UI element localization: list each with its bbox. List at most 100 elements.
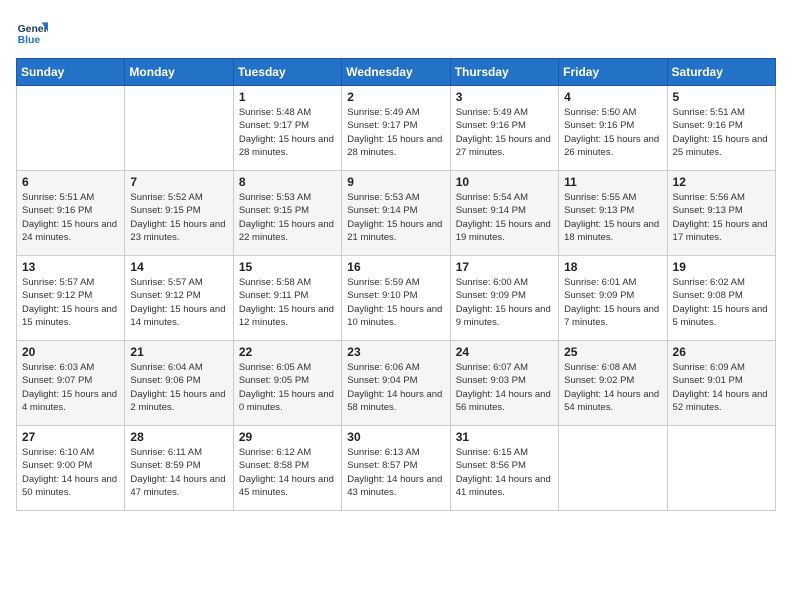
cell-content: Sunrise: 6:09 AM Sunset: 9:01 PM Dayligh… [673, 361, 770, 414]
calendar-header-row: SundayMondayTuesdayWednesdayThursdayFrid… [17, 59, 776, 86]
weekday-header: Thursday [450, 59, 558, 86]
calendar-cell: 28 Sunrise: 6:11 AM Sunset: 8:59 PM Dayli… [125, 426, 233, 511]
cell-content: Sunrise: 5:57 AM Sunset: 9:12 PM Dayligh… [130, 276, 227, 329]
day-number: 25 [564, 345, 661, 359]
cell-content: Sunrise: 6:00 AM Sunset: 9:09 PM Dayligh… [456, 276, 553, 329]
day-number: 18 [564, 260, 661, 274]
weekday-header: Wednesday [342, 59, 450, 86]
calendar-cell: 29Sunrise: 6:12 AM Sunset: 8:58 PM Dayli… [233, 426, 341, 511]
day-number: 28 [130, 430, 227, 444]
cell-content: Sunrise: 5:53 AM Sunset: 9:15 PM Dayligh… [239, 191, 336, 244]
cell-content: Sunrise: 5:49 AM Sunset: 9:17 PM Dayligh… [347, 106, 444, 159]
cell-content: Sunrise: 5:52 AM Sunset: 9:15 PM Dayligh… [130, 191, 227, 244]
day-number: 17 [456, 260, 553, 274]
svg-text:General: General [18, 24, 48, 35]
calendar-cell [17, 86, 125, 171]
page-header: General Blue [16, 16, 776, 48]
cell-content: Sunrise: 5:56 AM Sunset: 9:13 PM Dayligh… [673, 191, 770, 244]
day-number: 29 [239, 430, 336, 444]
calendar-cell: 17 Sunrise: 6:00 AM Sunset: 9:09 PM Dayli… [450, 256, 558, 341]
calendar-cell: 20 Sunrise: 6:03 AM Sunset: 9:07 PM Dayli… [17, 341, 125, 426]
cell-content: Sunrise: 6:02 AM Sunset: 9:08 PM Dayligh… [673, 276, 770, 329]
day-number: 21 [130, 345, 227, 359]
calendar-cell: 9 Sunrise: 5:53 AM Sunset: 9:14 PM Daylig… [342, 171, 450, 256]
cell-content: Sunrise: 6:15 AM Sunset: 8:56 PM Dayligh… [456, 446, 553, 499]
calendar-cell: 25 Sunrise: 6:08 AM Sunset: 9:02 PM Dayli… [559, 341, 667, 426]
calendar-week-row: 1 Sunrise: 5:48 AM Sunset: 9:17 PM Daylig… [17, 86, 776, 171]
day-number: 4 [564, 90, 661, 104]
cell-content: Sunrise: 6:13 AM Sunset: 8:57 PM Dayligh… [347, 446, 444, 499]
day-number: 27 [22, 430, 119, 444]
cell-content: Sunrise: 5:53 AM Sunset: 9:14 PM Dayligh… [347, 191, 444, 244]
day-number: 20 [22, 345, 119, 359]
calendar-cell: 10 Sunrise: 5:54 AM Sunset: 9:14 PM Dayli… [450, 171, 558, 256]
logo-icon: General Blue [16, 16, 48, 48]
day-number: 11 [564, 175, 661, 189]
day-number: 1 [239, 90, 336, 104]
logo: General Blue [16, 16, 52, 48]
weekday-header: Tuesday [233, 59, 341, 86]
calendar-cell: 11 Sunrise: 5:55 AM Sunset: 9:13 PM Dayli… [559, 171, 667, 256]
cell-content: Sunrise: 6:08 AM Sunset: 9:02 PM Dayligh… [564, 361, 661, 414]
calendar-week-row: 20 Sunrise: 6:03 AM Sunset: 9:07 PM Dayli… [17, 341, 776, 426]
calendar-cell: 24 Sunrise: 6:07 AM Sunset: 9:03 PM Dayli… [450, 341, 558, 426]
day-number: 9 [347, 175, 444, 189]
calendar-cell: 6Sunrise: 5:51 AM Sunset: 9:16 PM Daylig… [17, 171, 125, 256]
calendar-cell: 16 Sunrise: 5:59 AM Sunset: 9:10 PM Dayli… [342, 256, 450, 341]
cell-content: Sunrise: 5:50 AM Sunset: 9:16 PM Dayligh… [564, 106, 661, 159]
calendar-cell: 7 Sunrise: 5:52 AM Sunset: 9:15 PM Daylig… [125, 171, 233, 256]
day-number: 23 [347, 345, 444, 359]
cell-content: Sunrise: 5:55 AM Sunset: 9:13 PM Dayligh… [564, 191, 661, 244]
cell-content: Sunrise: 5:59 AM Sunset: 9:10 PM Dayligh… [347, 276, 444, 329]
day-number: 24 [456, 345, 553, 359]
cell-content: Sunrise: 6:01 AM Sunset: 9:09 PM Dayligh… [564, 276, 661, 329]
day-number: 3 [456, 90, 553, 104]
day-number: 5 [673, 90, 770, 104]
day-number: 2 [347, 90, 444, 104]
cell-content: Sunrise: 6:07 AM Sunset: 9:03 PM Dayligh… [456, 361, 553, 414]
cell-content: Sunrise: 6:03 AM Sunset: 9:07 PM Dayligh… [22, 361, 119, 414]
day-number: 31 [456, 430, 553, 444]
day-number: 8 [239, 175, 336, 189]
calendar-cell: 1 Sunrise: 5:48 AM Sunset: 9:17 PM Daylig… [233, 86, 341, 171]
calendar-week-row: 13 Sunrise: 5:57 AM Sunset: 9:12 PM Dayli… [17, 256, 776, 341]
day-number: 7 [130, 175, 227, 189]
day-number: 12 [673, 175, 770, 189]
day-number: 16 [347, 260, 444, 274]
calendar-cell: 21 Sunrise: 6:04 AM Sunset: 9:06 PM Dayli… [125, 341, 233, 426]
cell-content: Sunrise: 6:06 AM Sunset: 9:04 PM Dayligh… [347, 361, 444, 414]
calendar-cell [125, 86, 233, 171]
cell-content: Sunrise: 6:05 AM Sunset: 9:05 PM Dayligh… [239, 361, 336, 414]
calendar-week-row: 6Sunrise: 5:51 AM Sunset: 9:16 PM Daylig… [17, 171, 776, 256]
cell-content: Sunrise: 5:54 AM Sunset: 9:14 PM Dayligh… [456, 191, 553, 244]
cell-content: Sunrise: 5:51 AM Sunset: 9:16 PM Dayligh… [673, 106, 770, 159]
cell-content: Sunrise: 5:51 AM Sunset: 9:16 PM Dayligh… [22, 191, 119, 244]
cell-content: Sunrise: 5:57 AM Sunset: 9:12 PM Dayligh… [22, 276, 119, 329]
calendar-cell: 18 Sunrise: 6:01 AM Sunset: 9:09 PM Dayli… [559, 256, 667, 341]
day-number: 10 [456, 175, 553, 189]
calendar-table: SundayMondayTuesdayWednesdayThursdayFrid… [16, 58, 776, 511]
calendar-cell: 2 Sunrise: 5:49 AM Sunset: 9:17 PM Daylig… [342, 86, 450, 171]
calendar-cell: 26 Sunrise: 6:09 AM Sunset: 9:01 PM Dayli… [667, 341, 775, 426]
day-number: 22 [239, 345, 336, 359]
day-number: 26 [673, 345, 770, 359]
calendar-cell: 3 Sunrise: 5:49 AM Sunset: 9:16 PM Daylig… [450, 86, 558, 171]
calendar-week-row: 27 Sunrise: 6:10 AM Sunset: 9:00 PM Dayli… [17, 426, 776, 511]
calendar-cell: 13 Sunrise: 5:57 AM Sunset: 9:12 PM Dayli… [17, 256, 125, 341]
calendar-cell: 5 Sunrise: 5:51 AM Sunset: 9:16 PM Daylig… [667, 86, 775, 171]
day-number: 19 [673, 260, 770, 274]
cell-content: Sunrise: 5:49 AM Sunset: 9:16 PM Dayligh… [456, 106, 553, 159]
weekday-header: Saturday [667, 59, 775, 86]
svg-text:Blue: Blue [18, 35, 41, 46]
day-number: 30 [347, 430, 444, 444]
day-number: 14 [130, 260, 227, 274]
calendar-cell: 12 Sunrise: 5:56 AM Sunset: 9:13 PM Dayli… [667, 171, 775, 256]
cell-content: Sunrise: 5:48 AM Sunset: 9:17 PM Dayligh… [239, 106, 336, 159]
calendar-cell: 23 Sunrise: 6:06 AM Sunset: 9:04 PM Dayli… [342, 341, 450, 426]
calendar-cell: 15Sunrise: 5:58 AM Sunset: 9:11 PM Dayli… [233, 256, 341, 341]
cell-content: Sunrise: 6:10 AM Sunset: 9:00 PM Dayligh… [22, 446, 119, 499]
cell-content: Sunrise: 6:04 AM Sunset: 9:06 PM Dayligh… [130, 361, 227, 414]
calendar-cell: 19 Sunrise: 6:02 AM Sunset: 9:08 PM Dayli… [667, 256, 775, 341]
cell-content: Sunrise: 6:11 AM Sunset: 8:59 PM Dayligh… [130, 446, 227, 499]
day-number: 13 [22, 260, 119, 274]
